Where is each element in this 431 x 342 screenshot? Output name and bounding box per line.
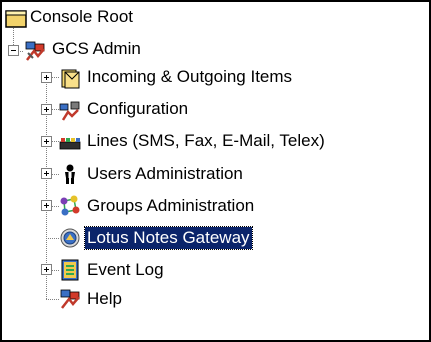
tree-node-gcs-admin[interactable]: GCS Admin <box>2 34 429 66</box>
expand-toggle[interactable] <box>41 72 52 83</box>
gcs-admin-icon <box>25 41 45 61</box>
tree-node-label: Groups Administration <box>87 196 255 215</box>
expand-toggle[interactable] <box>41 136 52 147</box>
tree-node-label: Users Administration <box>87 164 243 183</box>
tree-node-label: Event Log <box>87 260 164 279</box>
console-tree: Console Root GCS Admin Incoming & Outgoi… <box>0 0 431 342</box>
help-icon <box>60 289 80 309</box>
event-log-icon <box>61 259 79 281</box>
tree-node-help[interactable]: Help <box>2 288 429 320</box>
tree-node-incoming-outgoing-items[interactable]: Incoming & Outgoing Items <box>2 66 429 98</box>
tree-node-lotus-notes-gateway[interactable]: Lotus Notes Gateway <box>2 226 429 259</box>
expand-toggle[interactable] <box>41 168 52 179</box>
expand-toggle[interactable] <box>41 200 52 211</box>
tree-node-groups-administration[interactable]: Groups Administration <box>2 195 429 227</box>
tree-node-label: GCS Admin <box>52 39 141 58</box>
user-icon <box>65 164 75 184</box>
tree-node-lines[interactable]: Lines (SMS, Fax, E-Mail, Telex) <box>2 130 429 162</box>
tree-node-console-root[interactable]: Console Root <box>2 2 429 34</box>
tree-node-users-administration[interactable]: Users Administration <box>2 163 429 195</box>
tree-node-label: Lines (SMS, Fax, E-Mail, Telex) <box>87 131 325 150</box>
expand-toggle[interactable] <box>41 264 52 275</box>
lotus-notes-icon <box>60 228 80 248</box>
tree-node-label: Help <box>87 289 122 308</box>
tree-node-label: Incoming & Outgoing Items <box>87 67 293 86</box>
groups-icon <box>60 195 80 216</box>
expand-toggle[interactable] <box>41 104 52 115</box>
tree-node-event-log[interactable]: Event Log <box>2 259 429 291</box>
tree-node-label: Lotus Notes Gateway <box>84 226 253 250</box>
lines-icon <box>59 138 81 150</box>
folder-icon <box>5 10 27 28</box>
tree-node-label: Console Root <box>30 7 134 26</box>
configuration-icon <box>59 101 80 121</box>
tree-node-label: Configuration <box>87 99 189 118</box>
collapse-toggle[interactable] <box>8 45 19 56</box>
envelopes-icon <box>61 69 80 89</box>
tree-node-configuration[interactable]: Configuration <box>2 98 429 130</box>
